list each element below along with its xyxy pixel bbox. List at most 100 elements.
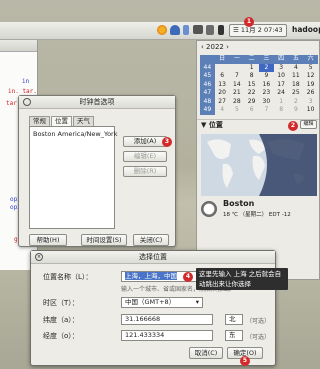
calendar-day[interactable]: 13 bbox=[215, 81, 230, 90]
latitude-dir-select[interactable]: 北 bbox=[225, 314, 243, 325]
calendar-day[interactable]: 7 bbox=[230, 72, 245, 81]
cancel-button[interactable]: 取消(C) bbox=[189, 347, 223, 359]
week-number: 47 bbox=[200, 89, 215, 98]
calendar-day[interactable]: 3 bbox=[303, 98, 318, 107]
calendar-day[interactable]: 6 bbox=[244, 106, 259, 115]
week-number-header bbox=[200, 55, 215, 64]
calendar-day[interactable]: 2 bbox=[259, 63, 274, 72]
calendar-day[interactable]: 5 bbox=[230, 106, 245, 115]
battery-icon[interactable] bbox=[218, 25, 224, 35]
calendar-day[interactable]: 23 bbox=[259, 89, 274, 98]
calendar-day[interactable]: 11 bbox=[289, 72, 304, 81]
calendar-day[interactable]: 16 bbox=[259, 81, 274, 90]
calendar-day[interactable]: 5 bbox=[303, 64, 318, 73]
annotation-badge-3: 3 bbox=[162, 137, 172, 147]
week-number: 48 bbox=[200, 97, 215, 106]
calendar-day[interactable]: 26 bbox=[303, 89, 318, 98]
calendar-day[interactable]: 9 bbox=[289, 106, 304, 115]
timezone-label: 时区（T）： bbox=[43, 299, 79, 307]
longitude-dir-select[interactable]: 东 bbox=[225, 330, 243, 341]
calendar-day[interactable]: 22 bbox=[244, 89, 259, 98]
calendar-week-row: 46 13 14 15 16 17 18 19 bbox=[200, 80, 318, 90]
locations-label: 位置 bbox=[208, 121, 223, 129]
calendar-day[interactable]: 18 bbox=[289, 81, 304, 90]
calendar-day[interactable]: 10 bbox=[303, 106, 318, 115]
network-icon[interactable] bbox=[193, 25, 203, 34]
edit-locations-button[interactable]: 编辑 bbox=[300, 120, 317, 129]
calendar-day[interactable]: 1 bbox=[244, 64, 259, 73]
longitude-input[interactable]: 121.433334 bbox=[121, 330, 213, 341]
calendar-day[interactable]: 27 bbox=[215, 98, 230, 107]
panel-clock[interactable]: ☰ 11月 2 07:43 bbox=[229, 24, 287, 37]
calendar-day[interactable]: 4 bbox=[215, 106, 230, 115]
latitude-input[interactable]: 31.166668 bbox=[121, 314, 213, 325]
calendar-day[interactable]: 8 bbox=[274, 106, 289, 115]
boston-entry[interactable]: Boston 18 ℃ （星期二） EDT -12 bbox=[201, 197, 317, 231]
calendar-popup: ‹ 2022 › 日一二三四五六 44 1 2 3 4 5 45 6 7 8 9 10 11 12 46 13… bbox=[196, 40, 320, 280]
tab-weather[interactable]: 天气 bbox=[73, 116, 94, 126]
calendar-day[interactable]: 10 bbox=[274, 72, 289, 81]
time-settings-button[interactable]: 时间设置(S) bbox=[81, 234, 127, 246]
calendar-day[interactable]: 19 bbox=[303, 81, 318, 90]
calendar-day[interactable]: 4 bbox=[289, 64, 304, 73]
calendar-grid: 日一二三四五六 44 1 2 3 4 5 45 6 7 8 9 10 11 12 46 13 14 15 16 17 1… bbox=[200, 55, 318, 115]
calendar-week-row: 49 4 5 6 7 8 9 10 bbox=[200, 106, 318, 115]
help-button[interactable]: 帮助(H) bbox=[29, 234, 67, 246]
expander-icon[interactable]: ▼ bbox=[201, 121, 209, 129]
calendar-day[interactable]: 1 bbox=[274, 98, 289, 107]
day-header: 六 bbox=[303, 55, 318, 64]
chevron-down-icon: ▾ bbox=[195, 298, 199, 306]
weather-icon[interactable] bbox=[157, 25, 167, 35]
timezone-select[interactable]: 中国（GMT+8） ▾ bbox=[121, 297, 203, 308]
calendar-week-row: 48 27 28 29 30 1 2 3 bbox=[200, 97, 318, 107]
close-button[interactable]: 关闭(C) bbox=[133, 234, 169, 246]
volume-icon[interactable] bbox=[206, 25, 214, 35]
calendar-day[interactable]: 29 bbox=[244, 98, 259, 107]
dialog-title: 时钟首选项 bbox=[19, 96, 175, 109]
list-item[interactable]: Boston America/New_York bbox=[30, 127, 118, 141]
calendar-day[interactable]: 14 bbox=[230, 81, 245, 90]
remove-button[interactable]: 删除(R) bbox=[123, 166, 167, 177]
day-header: 二 bbox=[244, 55, 259, 64]
day-header: 四 bbox=[273, 55, 289, 64]
calendar-week-row: 44 1 2 3 4 5 bbox=[200, 63, 318, 73]
top-panel: ☰ 11月 2 07:43 hadoop bbox=[0, 22, 320, 40]
calendar-glyph-icon: ☰ bbox=[233, 26, 241, 34]
bluetooth-icon[interactable] bbox=[183, 25, 189, 35]
calendar-day[interactable]: 2 bbox=[289, 98, 304, 107]
calendar-day[interactable]: 30 bbox=[259, 98, 274, 107]
calendar-day[interactable]: 8 bbox=[244, 72, 259, 81]
week-number: 44 bbox=[200, 63, 215, 72]
world-map-icon bbox=[201, 134, 317, 196]
locations-list[interactable]: Boston America/New_York bbox=[29, 126, 118, 229]
user-icon[interactable] bbox=[170, 25, 180, 35]
calendar-day[interactable]: 6 bbox=[215, 72, 230, 81]
panel-hostname: hadoop bbox=[292, 25, 320, 34]
annotation-badge-5: 5 bbox=[240, 356, 250, 366]
next-year-icon[interactable]: › bbox=[224, 43, 229, 51]
calendar-day[interactable]: 7 bbox=[259, 106, 274, 115]
calendar-day[interactable]: 20 bbox=[215, 89, 230, 98]
latitude-label: 纬度（a）： bbox=[43, 316, 79, 324]
calendar-day[interactable]: 21 bbox=[230, 89, 245, 98]
add-button[interactable]: 添加(A) bbox=[123, 136, 167, 147]
annotation-badge-2: 2 bbox=[288, 121, 298, 131]
edit-button[interactable]: 编辑(E) bbox=[123, 151, 167, 162]
calendar-day[interactable]: 24 bbox=[274, 89, 289, 98]
calendar-day[interactable]: 17 bbox=[274, 81, 289, 90]
calendar-day[interactable]: 3 bbox=[274, 64, 289, 73]
calendar-day[interactable] bbox=[215, 64, 230, 73]
calendar-day[interactable]: 15 bbox=[244, 81, 259, 90]
week-number: 45 bbox=[200, 72, 215, 81]
calendar-day[interactable]: 25 bbox=[289, 89, 304, 98]
calendar-day[interactable]: 28 bbox=[230, 98, 245, 107]
calendar-day[interactable]: 12 bbox=[303, 72, 318, 81]
list-item-timezone: America/New_York bbox=[57, 130, 118, 138]
calendar-day[interactable] bbox=[230, 64, 245, 73]
tab-locations[interactable]: 位置 bbox=[51, 116, 72, 126]
latitude-optional: （可选） bbox=[246, 318, 271, 325]
calendar-day[interactable]: 9 bbox=[259, 72, 274, 81]
dialog-close-icon[interactable]: × bbox=[35, 253, 43, 261]
terminal-titlebar bbox=[0, 40, 37, 52]
tab-general[interactable]: 常规 bbox=[29, 116, 50, 126]
